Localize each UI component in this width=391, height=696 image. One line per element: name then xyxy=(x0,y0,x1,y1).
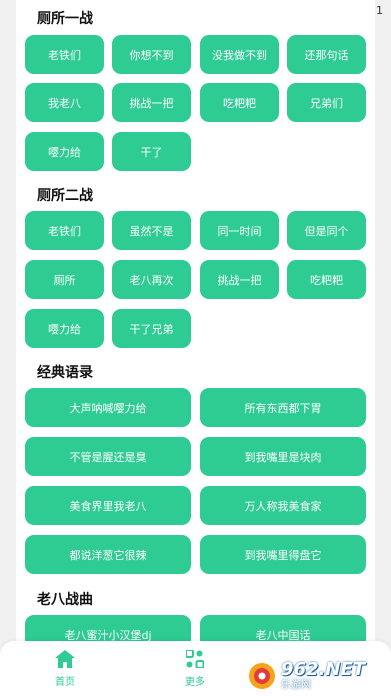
section-title: 厕所一战 xyxy=(37,11,93,27)
tab-home-label: 首页 xyxy=(55,676,75,688)
sound-button[interactable]: 老铁们 xyxy=(25,211,104,250)
sound-button[interactable]: 不管是腥还是臭 xyxy=(25,437,191,476)
sound-button[interactable]: 万人称我美食家 xyxy=(200,486,366,525)
sound-button[interactable]: 所有东西都下胃 xyxy=(200,388,366,427)
sound-button[interactable]: 没我做不到 xyxy=(200,35,279,74)
sound-button[interactable]: 兄弟们 xyxy=(287,83,366,122)
section-title: 老八战曲 xyxy=(37,592,93,608)
sound-button[interactable]: 挑战一把 xyxy=(112,83,191,122)
tab-more-label: 更多 xyxy=(185,676,205,688)
section-title: 经典语录 xyxy=(37,365,93,381)
sound-button[interactable]: 嘤力给 xyxy=(25,309,104,348)
sound-button[interactable]: 吃粑粑 xyxy=(200,83,279,122)
bottom-tab-bar: 首页 更多 962.NET 乐游网 xyxy=(0,641,391,696)
sound-button[interactable]: 大声呐喊嘤力给 xyxy=(25,388,191,427)
watermark: 962.NET 乐游网 xyxy=(247,658,387,694)
sound-button[interactable]: 挑战一把 xyxy=(200,260,279,299)
tab-home[interactable]: 首页 xyxy=(25,641,105,696)
content-card[interactable]: 厕所一战 老铁们 你想不到 没我做不到 还那句话 我老八 挑战一把 吃粑粑 兄弟… xyxy=(16,0,375,696)
sound-button[interactable]: 到我嘴里得盘它 xyxy=(200,535,366,574)
sound-button[interactable]: 但是同个 xyxy=(287,211,366,250)
sound-button[interactable]: 还那句话 xyxy=(287,35,366,74)
sound-button[interactable]: 老铁们 xyxy=(25,35,104,74)
sound-button[interactable]: 干了兄弟 xyxy=(112,309,191,348)
sound-button[interactable]: 同一时间 xyxy=(200,211,279,250)
watermark-logo-icon xyxy=(249,663,275,689)
tab-more[interactable]: 更多 xyxy=(155,641,235,696)
sound-button[interactable]: 干了 xyxy=(112,132,191,171)
sound-button[interactable]: 你想不到 xyxy=(112,35,191,74)
sound-button[interactable]: 美食界里我老八 xyxy=(25,486,191,525)
sound-button[interactable]: 吃粑粑 xyxy=(287,260,366,299)
watermark-subtitle: 乐游网 xyxy=(281,680,311,691)
home-icon xyxy=(55,649,75,668)
section-title: 厕所二战 xyxy=(37,188,93,204)
sound-button[interactable]: 都说洋葱它很辣 xyxy=(25,535,191,574)
sound-button[interactable]: 虽然不是 xyxy=(112,211,191,250)
sound-button[interactable]: 我老八 xyxy=(25,83,104,122)
sound-button[interactable]: 嘤力给 xyxy=(25,132,104,171)
sound-button[interactable]: 老八再次 xyxy=(112,260,191,299)
watermark-brand: 962.NET xyxy=(281,659,366,680)
sound-button[interactable]: 厕所 xyxy=(25,260,104,299)
sound-button[interactable]: 到我嘴里是块肉 xyxy=(200,437,366,476)
more-icon xyxy=(186,649,204,668)
